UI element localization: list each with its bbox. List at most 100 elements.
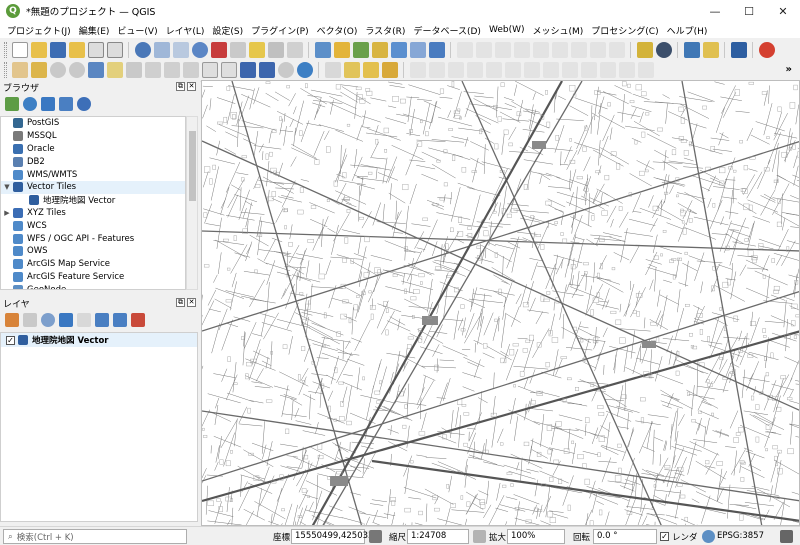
save-project-icon[interactable] [49, 41, 66, 58]
merge-tool-disabled-icon[interactable] [561, 61, 578, 78]
menu-plugins[interactable]: プラグイン(P) [247, 24, 312, 37]
browser-item[interactable]: ArcGIS Feature Service [1, 271, 185, 284]
browser-item[interactable]: PostGIS [1, 117, 185, 130]
open-project-icon[interactable] [30, 41, 47, 58]
diagram-tool-disabled-icon[interactable] [523, 61, 540, 78]
identify-features-icon[interactable] [324, 61, 341, 78]
zoom-in-icon[interactable] [49, 61, 66, 78]
layer-visibility-checkbox[interactable]: ✓ [6, 335, 15, 345]
add-delimited-text-icon[interactable] [371, 41, 388, 58]
filter-legend-icon[interactable] [59, 313, 73, 327]
pan-hand-icon[interactable] [11, 61, 28, 78]
map-tips-icon[interactable] [267, 41, 284, 58]
messages-icon[interactable] [780, 530, 793, 543]
select-by-value-icon[interactable] [362, 61, 379, 78]
magnifier-spinbox[interactable]: 100% [507, 529, 565, 544]
add-mesh-icon[interactable] [428, 41, 445, 58]
lock-scale-icon[interactable] [369, 530, 382, 543]
paste-features-disabled-icon[interactable] [589, 41, 606, 58]
bookmark-icon[interactable] [239, 61, 256, 78]
delete-feature-disabled-icon[interactable] [532, 41, 549, 58]
undo-disabled-icon[interactable] [608, 41, 625, 58]
menu-settings[interactable]: 設定(S) [208, 24, 247, 37]
toolbar-grip[interactable] [4, 61, 7, 78]
triangle-warning-icon[interactable] [636, 41, 653, 58]
float-panel-icon[interactable]: ⧉ [176, 298, 185, 307]
new-project-icon[interactable] [11, 41, 28, 58]
map-canvas[interactable] [201, 80, 800, 526]
layout-manager-icon[interactable] [106, 41, 123, 58]
select-features-icon[interactable] [343, 61, 360, 78]
change-label-disabled-icon[interactable] [504, 61, 521, 78]
statistics-icon[interactable] [153, 41, 170, 58]
manage-visibility-icon[interactable] [41, 313, 55, 327]
collapse-all-icon[interactable] [59, 97, 73, 111]
edit-pencil-icon[interactable] [702, 41, 719, 58]
menu-raster[interactable]: ラスタ(R) [361, 24, 409, 37]
deselect-icon[interactable] [381, 61, 398, 78]
move-feature-disabled-icon[interactable] [513, 41, 530, 58]
fill-ring-disabled-icon[interactable] [637, 61, 654, 78]
zoom-native-icon[interactable] [144, 61, 161, 78]
menu-help[interactable]: ヘルプ(H) [663, 24, 712, 37]
zoom-next-icon[interactable] [182, 61, 199, 78]
close-panel-icon[interactable]: ✕ [187, 82, 196, 91]
python-console-icon[interactable] [683, 41, 700, 58]
sum-icon[interactable] [210, 41, 227, 58]
simplify-disabled-icon[interactable] [618, 61, 635, 78]
browser-item[interactable]: DB2 [1, 155, 185, 168]
add-raster-icon[interactable] [352, 41, 369, 58]
close-button[interactable]: ✕ [766, 0, 800, 22]
locator-search-input[interactable]: ⌕ 検索(Ctrl + K) [3, 529, 187, 544]
scale-combobox[interactable]: 1:24708 [407, 529, 469, 544]
minimize-button[interactable]: — [698, 0, 732, 22]
browser-item[interactable]: WMS/WMTS [1, 168, 185, 181]
data-source-manager-icon[interactable] [314, 41, 331, 58]
pan-to-selection-icon[interactable] [30, 61, 47, 78]
menu-processing[interactable]: プロセシング(C) [587, 24, 662, 37]
add-feature-disabled-icon[interactable] [494, 41, 511, 58]
zoom-selection-icon[interactable] [106, 61, 123, 78]
print-layout-icon[interactable] [87, 41, 104, 58]
browser-item[interactable]: ▼ Vector Tiles [1, 180, 185, 194]
zoom-layer-icon[interactable] [125, 61, 142, 78]
close-panel-icon[interactable]: ✕ [187, 298, 196, 307]
expanded-arrow-icon[interactable]: ▼ [1, 183, 13, 191]
processing-gear-icon[interactable] [191, 41, 208, 58]
menu-mesh[interactable]: メッシュ(M) [529, 24, 588, 37]
tomato-plugin-icon[interactable] [758, 41, 775, 58]
browser-item[interactable]: OWS [1, 245, 185, 258]
save-as-icon[interactable] [68, 41, 85, 58]
vertex-tool-disabled-icon[interactable] [475, 41, 492, 58]
add-vector-icon[interactable] [333, 41, 350, 58]
refresh-icon[interactable] [23, 97, 37, 111]
text-annotation-icon[interactable] [286, 41, 303, 58]
split-tool-disabled-icon[interactable] [542, 61, 559, 78]
reshape-disabled-icon[interactable] [580, 61, 597, 78]
crs-globe-icon[interactable] [702, 530, 715, 543]
menu-edit[interactable]: 編集(E) [75, 24, 114, 37]
collapsed-arrow-icon[interactable]: ▶ [1, 209, 13, 217]
pin-labels-disabled-icon[interactable] [428, 61, 445, 78]
identify-icon[interactable] [134, 41, 151, 58]
rotation-spinbox[interactable]: 0.0 ° [593, 529, 657, 544]
maximize-button[interactable]: ☐ [732, 0, 766, 22]
expand-all-icon[interactable] [95, 313, 109, 327]
field-calculator-icon[interactable] [172, 41, 189, 58]
add-virtual-layer-icon[interactable] [409, 41, 426, 58]
move-label-disabled-icon[interactable] [466, 61, 483, 78]
menu-project[interactable]: プロジェクト(J) [3, 24, 75, 37]
menu-view[interactable]: ビュー(V) [113, 24, 161, 37]
browser-item[interactable]: WFS / OGC API - Features [1, 232, 185, 245]
menu-web[interactable]: Web(W) [485, 25, 529, 35]
plugin-car-icon[interactable] [655, 41, 672, 58]
coordinate-field[interactable]: 15550499,4250331 [291, 529, 379, 544]
toolbar-overflow-button[interactable]: » [786, 64, 792, 75]
show-hide-labels-disabled-icon[interactable] [447, 61, 464, 78]
zoom-out-icon[interactable] [68, 61, 85, 78]
menu-vector[interactable]: ベクタ(O) [313, 24, 362, 37]
offset-curve-disabled-icon[interactable] [599, 61, 616, 78]
browser-item[interactable]: ▶ XYZ Tiles [1, 207, 185, 220]
browser-item[interactable]: MSSQL [1, 130, 185, 143]
measure-icon[interactable] [229, 41, 246, 58]
